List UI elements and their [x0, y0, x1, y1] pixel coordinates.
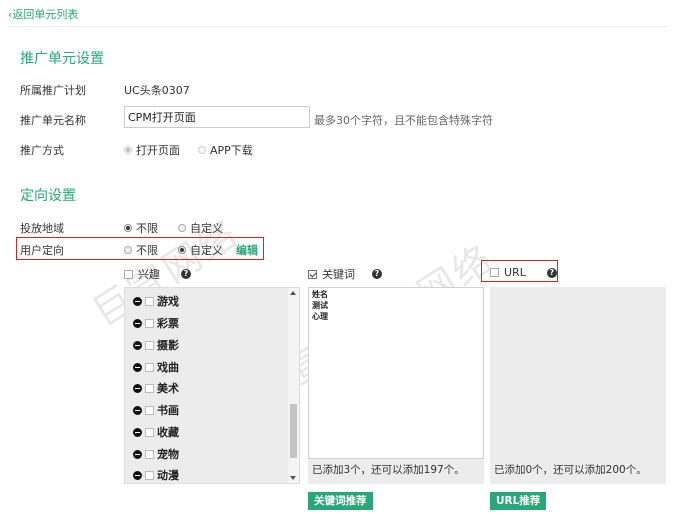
user-custom-label: 自定义 [190, 244, 223, 257]
interest-item-label: 书画 [157, 404, 179, 417]
collapse-icon[interactable] [133, 318, 142, 328]
collapse-icon[interactable] [133, 296, 142, 306]
method-app-download-radio[interactable] [198, 146, 206, 154]
interest-item[interactable]: 摄影 [133, 337, 179, 353]
interest-item-checkbox[interactable] [145, 449, 154, 459]
user-custom-radio[interactable] [178, 246, 186, 254]
interest-item[interactable]: 游戏 [133, 293, 179, 309]
plan-value: UC头条0307 [124, 84, 190, 97]
interest-item[interactable]: 美术 [133, 380, 179, 396]
interest-item-label: 动漫 [157, 469, 179, 482]
help-icon[interactable]: ? [372, 269, 382, 279]
interest-item-label: 宠物 [157, 448, 179, 461]
interest-item[interactable]: 戏曲 [133, 359, 179, 375]
collapse-icon[interactable] [133, 470, 142, 480]
interest-item[interactable]: 动漫 [133, 467, 179, 483]
targeting-title: 定向设置 [20, 188, 76, 204]
url-label: URL [504, 266, 526, 279]
collapse-icon[interactable] [133, 340, 142, 350]
method-app-download-label: APP下载 [210, 144, 253, 157]
user-targeting-radio-group: 不限 自定义 [124, 242, 229, 258]
unit-settings-title: 推广单元设置 [20, 51, 104, 67]
user-targeting-edit-link[interactable]: 编辑 [236, 242, 258, 258]
user-unlimited-radio[interactable] [124, 246, 132, 254]
method-radio-group: 打开页面 APP下载 [124, 142, 259, 158]
keyword-textarea[interactable]: 姓名 测试 心理 [308, 287, 484, 459]
scrollbar-thumb[interactable] [290, 404, 297, 458]
interest-item-label: 摄影 [157, 339, 179, 352]
collapse-icon[interactable] [133, 405, 142, 415]
interest-item[interactable]: 收藏 [133, 424, 179, 440]
interest-list: 游戏 彩票 摄影 戏曲 美术 书画 收藏 宠物 动漫 [125, 288, 289, 483]
help-icon[interactable]: ? [181, 269, 191, 279]
interest-item-label: 戏曲 [157, 361, 179, 374]
interest-item[interactable]: 彩票 [133, 315, 179, 331]
interest-checkbox[interactable] [124, 269, 133, 279]
interest-item-checkbox[interactable] [145, 340, 154, 350]
unit-name-input[interactable] [124, 106, 310, 128]
interest-item-label: 收藏 [157, 426, 179, 439]
back-link-label: 返回单元列表 [12, 8, 79, 21]
keyword-checkbox[interactable] [308, 269, 317, 279]
back-to-unit-list-link[interactable]: ‹返回单元列表 [8, 6, 78, 22]
method-open-page-label: 打开页面 [136, 144, 180, 157]
user-unlimited-label: 不限 [136, 244, 158, 257]
plan-label: 所属推广计划 [20, 84, 86, 97]
interest-item-checkbox[interactable] [145, 427, 154, 437]
method-open-page-radio[interactable] [124, 146, 132, 154]
keyword-label: 关键词 [322, 268, 355, 281]
interest-item-checkbox[interactable] [145, 296, 154, 306]
divider [8, 26, 668, 27]
user-targeting-label: 用户定向 [20, 244, 64, 257]
interest-item-label: 游戏 [157, 295, 179, 308]
interest-item-checkbox[interactable] [145, 362, 154, 372]
region-radio-group: 不限 自定义 [124, 220, 229, 236]
method-label: 推广方式 [20, 144, 64, 157]
interest-label: 兴趣 [138, 268, 160, 281]
keyword-count-text: 已添加3个，还可以添加197个。 [312, 464, 465, 476]
collapse-icon[interactable] [133, 449, 142, 459]
url-panel: 已添加0个，还可以添加200个。 [490, 287, 666, 484]
interest-item-checkbox[interactable] [145, 318, 154, 328]
keyword-header: 关键词 ? [308, 266, 382, 282]
collapse-icon[interactable] [133, 383, 142, 393]
url-header: URL ? [490, 266, 557, 279]
unit-name-label: 推广单元名称 [20, 114, 86, 127]
interest-item[interactable]: 宠物 [133, 446, 179, 462]
interest-item-label: 美术 [157, 382, 179, 395]
region-custom-label: 自定义 [190, 222, 223, 235]
url-recommend-button[interactable]: URL推荐 [490, 492, 547, 510]
scroll-up-arrow-icon[interactable] [290, 291, 296, 295]
url-count-text: 已添加0个，还可以添加200个。 [494, 464, 647, 476]
interest-header: 兴趣 ? [124, 266, 191, 282]
keyword-panel: 姓名 测试 心理 已添加3个，还可以添加197个。 [308, 287, 484, 484]
interest-item-checkbox[interactable] [145, 470, 154, 480]
interest-scrollbar[interactable] [288, 288, 299, 483]
scroll-down-arrow-icon[interactable] [290, 476, 296, 480]
url-checkbox[interactable] [490, 268, 499, 277]
interest-item-checkbox[interactable] [145, 383, 154, 393]
collapse-icon[interactable] [133, 362, 142, 372]
region-custom-radio[interactable] [178, 224, 186, 232]
unit-name-hint: 最多30个字符，且不能包含特殊字符 [314, 114, 493, 127]
interest-item[interactable]: 书画 [133, 402, 179, 418]
interest-item-checkbox[interactable] [145, 405, 154, 415]
help-icon[interactable]: ? [546, 267, 557, 278]
interest-panel: 游戏 彩票 摄影 戏曲 美术 书画 收藏 宠物 动漫 [124, 287, 300, 484]
keyword-recommend-button[interactable]: 关键词推荐 [308, 492, 373, 510]
region-label: 投放地域 [20, 222, 64, 235]
collapse-icon[interactable] [133, 427, 142, 437]
region-unlimited-label: 不限 [136, 222, 158, 235]
region-unlimited-radio[interactable] [124, 224, 132, 232]
interest-item-label: 彩票 [157, 317, 179, 330]
